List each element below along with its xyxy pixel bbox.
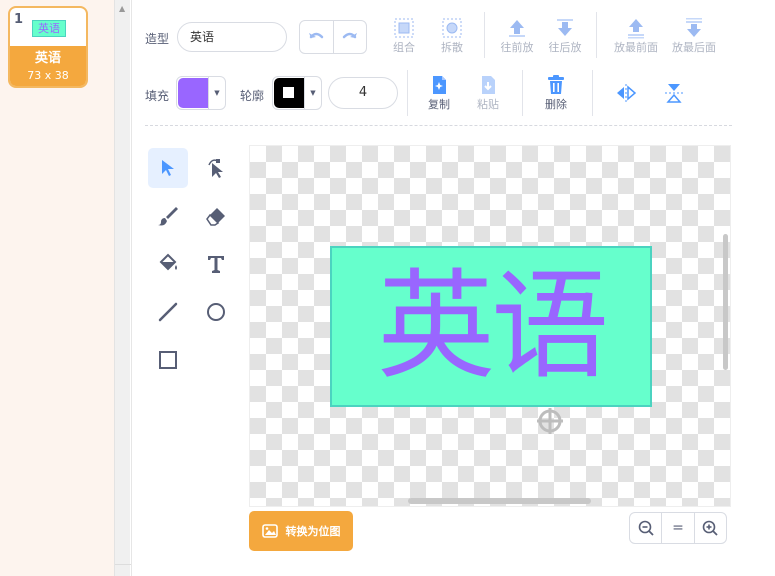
line-tool[interactable] [148, 292, 188, 332]
costume-name: 英语 [34, 51, 61, 66]
paste-icon [482, 76, 495, 94]
undo-redo-group [299, 20, 367, 54]
toolbar-divider [592, 70, 593, 116]
line-icon [158, 302, 178, 322]
circle-tool[interactable] [196, 292, 236, 332]
delete-button[interactable]: 删除 [530, 72, 582, 112]
reshape-icon [208, 159, 223, 178]
paint-editor: 造型 英语 组合 拆散 往前放 往后放 放最前面 放最后面 填充 ▼ 轮廓 ▼ … [131, 0, 775, 576]
rectangle-tool[interactable] [148, 340, 188, 380]
group-icon [394, 18, 414, 38]
outline-color-swatch[interactable] [274, 78, 304, 108]
undo-button[interactable] [300, 21, 333, 53]
brush-icon [158, 207, 178, 226]
toolbar-divider [596, 12, 597, 58]
backward-button[interactable]: 往后放 [539, 15, 591, 55]
outline-label: 轮廓 [240, 89, 265, 103]
select-arrow-icon [162, 160, 174, 176]
canvas-vertical-scrollbar[interactable] [723, 234, 728, 370]
flip-vertical-button[interactable] [648, 80, 700, 106]
redo-icon [342, 32, 357, 39]
undo-icon [309, 32, 324, 39]
bring-to-front-button[interactable]: 放最前面 [608, 15, 664, 55]
zoom-reset-button[interactable]: = [661, 513, 693, 543]
trash-icon [548, 75, 564, 94]
convert-to-bitmap-label: 转换为位图 [285, 525, 341, 538]
rotation-center-icon[interactable] [535, 406, 565, 436]
costume-name-input[interactable]: 英语 [177, 22, 287, 52]
chevron-down-icon[interactable]: ▼ [208, 77, 225, 109]
costume-item[interactable]: 1 英语 英语 73 x 38 [8, 6, 88, 88]
circle-icon [207, 303, 225, 321]
toolbar-separator [145, 125, 732, 126]
zoom-controls: = [629, 512, 727, 544]
costume-thumbnail: 英语 [32, 20, 66, 37]
paste-label: 粘贴 [477, 98, 499, 111]
costume-footer: 英语 73 x 38 [10, 46, 86, 86]
zoom-out-button[interactable] [630, 513, 661, 543]
fill-tool[interactable] [148, 244, 188, 284]
image-icon [261, 524, 278, 538]
costume-list: 1 英语 英语 73 x 38 [0, 0, 114, 576]
bring-to-front-icon [628, 19, 644, 39]
scrollbar-divider [115, 564, 131, 565]
outline-color-picker[interactable]: ▼ [272, 76, 322, 110]
canvas-text[interactable]: 英语 [332, 248, 650, 405]
fill-color-picker[interactable]: ▼ [176, 76, 226, 110]
flip-vertical-icon [665, 84, 683, 103]
copy-icon [433, 76, 446, 94]
paste-button[interactable]: 粘贴 [462, 72, 514, 112]
send-to-back-icon [686, 18, 702, 37]
fill-label: 填充 [145, 89, 170, 103]
reshape-tool[interactable] [196, 148, 236, 188]
zoom-in-button[interactable] [693, 513, 726, 543]
zoom-in-icon [703, 520, 718, 536]
copy-button[interactable]: 复制 [413, 72, 465, 112]
text-object[interactable]: 英语 [330, 246, 652, 407]
backward-label: 往后放 [548, 41, 582, 54]
toolbar-divider [484, 12, 485, 58]
costume-name-label: 造型 [145, 32, 170, 46]
brush-tool[interactable] [148, 196, 188, 236]
select-tool[interactable] [148, 148, 188, 188]
text-icon [208, 256, 224, 273]
convert-to-bitmap-button[interactable]: 转换为位图 [249, 511, 353, 551]
chevron-down-icon[interactable]: ▼ [304, 77, 321, 109]
toolbar-divider [407, 70, 408, 116]
send-to-back-label: 放最后面 [672, 41, 716, 54]
drawing-canvas[interactable]: 英语 [249, 145, 731, 507]
ungroup-icon [442, 18, 462, 38]
ungroup-label: 拆散 [441, 41, 463, 54]
outline-inner-square [283, 87, 294, 98]
forward-icon [509, 20, 525, 37]
zoom-out-icon [638, 520, 654, 536]
flip-horizontal-button[interactable] [600, 80, 652, 106]
bring-to-front-label: 放最前面 [614, 41, 658, 54]
costume-number: 1 [14, 12, 24, 27]
paint-bucket-icon [159, 253, 177, 271]
canvas-horizontal-scrollbar[interactable] [408, 498, 591, 504]
flip-horizontal-icon [617, 84, 637, 102]
forward-button[interactable]: 往前放 [491, 15, 543, 55]
eraser-tool[interactable] [196, 196, 236, 236]
group-label: 组合 [393, 41, 415, 54]
scroll-up-arrow-icon[interactable]: ▲ [119, 4, 125, 13]
ungroup-button[interactable]: 拆散 [426, 15, 478, 55]
fill-color-swatch[interactable] [178, 78, 208, 108]
rectangle-icon [159, 351, 177, 369]
toolbar-divider [522, 70, 523, 116]
copy-label: 复制 [428, 98, 450, 111]
delete-label: 删除 [545, 98, 567, 111]
forward-label: 往前放 [500, 41, 534, 54]
text-tool[interactable] [196, 244, 236, 284]
backward-icon [557, 19, 573, 36]
costume-size: 73 x 38 [27, 69, 69, 82]
group-button[interactable]: 组合 [378, 15, 430, 55]
outline-width-input[interactable]: 4 [328, 77, 398, 109]
eraser-icon [206, 208, 225, 226]
redo-button[interactable] [332, 21, 367, 53]
costume-list-scrollbar[interactable]: ▲ [114, 0, 131, 576]
send-to-back-button[interactable]: 放最后面 [666, 15, 722, 55]
